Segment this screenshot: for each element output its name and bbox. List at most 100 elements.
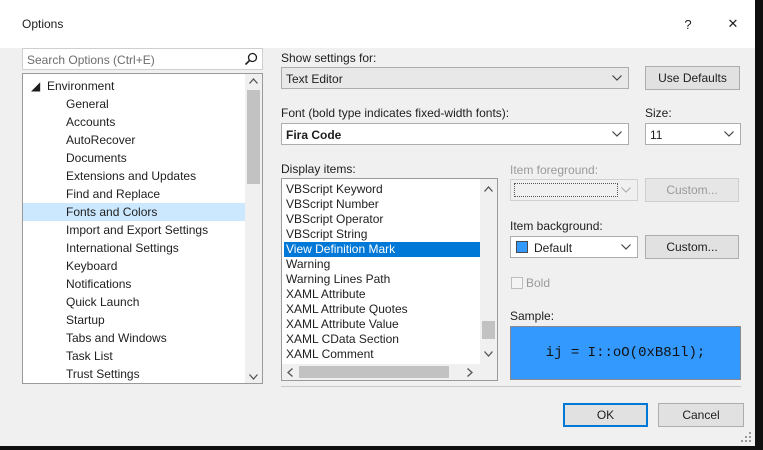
tree-item-label: Tabs and Windows	[66, 331, 167, 345]
display-items-list[interactable]: VBScript Keyword VBScript Number VBScript …	[281, 178, 498, 381]
color-swatch	[516, 241, 528, 253]
chevron-down-icon	[619, 239, 633, 255]
use-defaults-button[interactable]: Use Defaults	[645, 66, 740, 90]
tree-item[interactable]: Startup	[23, 311, 245, 329]
resize-grip-icon[interactable]	[741, 432, 752, 443]
scroll-right-icon[interactable]	[467, 368, 473, 377]
tree-item[interactable]: Extensions and Updates	[23, 167, 245, 185]
display-item[interactable]: XAML Attribute	[284, 287, 482, 302]
tree-scrollbar[interactable]	[245, 74, 262, 383]
background-custom-button[interactable]: Custom...	[645, 235, 739, 259]
show-settings-combo[interactable]: Text Editor	[281, 67, 629, 89]
chevron-down-icon	[722, 126, 736, 142]
tree-item[interactable]: Keyboard	[23, 257, 245, 275]
display-item[interactable]: XAML CData Section	[284, 332, 482, 347]
tree-item[interactable]: Import and Export Settings	[23, 221, 245, 239]
item-background-value: Default	[534, 241, 573, 255]
separator	[281, 386, 741, 387]
ok-button[interactable]: OK	[563, 403, 648, 427]
tree-item-label: Environment	[47, 79, 115, 93]
display-item[interactable]: XAML Comment	[284, 347, 482, 362]
tree-item[interactable]: Trust Settings	[23, 365, 245, 383]
scroll-up-icon[interactable]	[484, 186, 493, 192]
tree-item-label: Accounts	[66, 115, 116, 129]
tree-item[interactable]: Web Browser	[23, 383, 245, 384]
tree-item-label: Extensions and Updates	[66, 169, 197, 183]
display-item[interactable]: VBScript String	[284, 227, 482, 242]
tree-item-label: Task List	[66, 349, 113, 363]
font-value: Fira Code	[286, 128, 342, 142]
search-icon[interactable]	[244, 52, 258, 66]
chevron-down-icon	[610, 126, 624, 142]
close-icon: ✕	[727, 16, 739, 31]
tree-item-label: Find and Replace	[66, 187, 161, 201]
scroll-up-icon[interactable]	[249, 78, 258, 84]
display-item[interactable]: Warning	[284, 257, 482, 272]
scroll-down-icon[interactable]	[484, 351, 493, 357]
list-vscrollbar[interactable]	[480, 179, 497, 364]
options-dialog: Options ? ✕ Search Options (Ctrl+E) ◢ En…	[0, 0, 755, 446]
help-button[interactable]: ?	[671, 10, 705, 38]
cancel-button[interactable]: Cancel	[658, 403, 744, 427]
tree-item[interactable]: Fonts and Colors	[23, 203, 245, 221]
tree-item-label: AutoRecover	[66, 133, 136, 147]
tree-item-label: Notifications	[66, 277, 132, 291]
tree-item[interactable]: Quick Launch	[23, 293, 245, 311]
tree-item-environment[interactable]: ◢ Environment	[23, 77, 245, 95]
foreground-custom-button[interactable]: Custom...	[645, 178, 739, 202]
chevron-down-icon	[610, 70, 624, 86]
title-bar: Options ? ✕	[0, 0, 755, 48]
tree-item[interactable]: Task List	[23, 347, 245, 365]
font-combo[interactable]: Fira Code	[281, 123, 629, 145]
chevron-down-icon	[619, 182, 633, 198]
window-title: Options	[22, 17, 64, 31]
list-hscroll-thumb[interactable]	[299, 366, 449, 378]
tree-scroll-thumb[interactable]	[247, 90, 260, 184]
close-button[interactable]: ✕	[716, 10, 750, 38]
tree-item[interactable]: Accounts	[23, 113, 245, 131]
tree-expanded-icon[interactable]: ◢	[31, 77, 40, 95]
options-tree[interactable]: ◢ Environment General Accounts AutoRecover…	[22, 73, 263, 384]
display-item[interactable]: View Definition Mark	[284, 242, 482, 257]
show-settings-value: Text Editor	[286, 72, 343, 86]
show-settings-label: Show settings for:	[281, 51, 377, 65]
item-background-label: Item background:	[510, 219, 603, 233]
tree-item[interactable]: Find and Replace	[23, 185, 245, 203]
tree-item[interactable]: International Settings	[23, 239, 245, 257]
size-combo[interactable]: 11	[645, 123, 741, 145]
search-input[interactable]: Search Options (Ctrl+E)	[22, 48, 263, 70]
tree-item-label: General	[66, 97, 109, 111]
display-item[interactable]: Warning Lines Path	[284, 272, 482, 287]
display-item[interactable]: XAML Attribute Quotes	[284, 302, 482, 317]
tree-item[interactable]: AutoRecover	[23, 131, 245, 149]
sample-label: Sample:	[510, 309, 555, 323]
tree-item[interactable]: General	[23, 95, 245, 113]
display-item[interactable]: XAML Attribute Value	[284, 317, 482, 332]
tree-item-label: Startup	[66, 313, 105, 327]
display-items-label: Display items:	[281, 162, 356, 176]
item-background-combo[interactable]: Default	[510, 236, 638, 258]
size-value: 11	[650, 128, 663, 142]
tree-item-label: Keyboard	[66, 259, 118, 273]
tree-item[interactable]: Notifications	[23, 275, 245, 293]
sample-preview: ij = I::oO(0xB81l);	[510, 326, 741, 380]
scroll-left-icon[interactable]	[287, 368, 293, 377]
item-foreground-combo[interactable]	[510, 179, 638, 201]
tree-item[interactable]: Tabs and Windows	[23, 329, 245, 347]
list-hscrollbar[interactable]	[282, 364, 497, 380]
tree-item-label: International Settings	[66, 241, 179, 255]
tree-item[interactable]: Documents	[23, 149, 245, 167]
scroll-down-icon[interactable]	[249, 374, 258, 380]
display-item[interactable]: VBScript Operator	[284, 212, 482, 227]
font-label: Font (bold type indicates fixed-width fo…	[281, 106, 510, 120]
item-foreground-label: Item foreground:	[510, 163, 599, 177]
size-label: Size:	[645, 106, 672, 120]
bold-checkbox[interactable]	[511, 277, 523, 289]
bold-label: Bold	[526, 276, 551, 290]
list-scroll-thumb[interactable]	[482, 321, 495, 339]
display-item[interactable]: VBScript Number	[284, 197, 482, 212]
focus-rect	[514, 183, 618, 197]
display-item[interactable]: VBScript Keyword	[284, 182, 482, 197]
tree-item-label: Quick Launch	[66, 295, 140, 309]
help-icon: ?	[684, 16, 692, 32]
